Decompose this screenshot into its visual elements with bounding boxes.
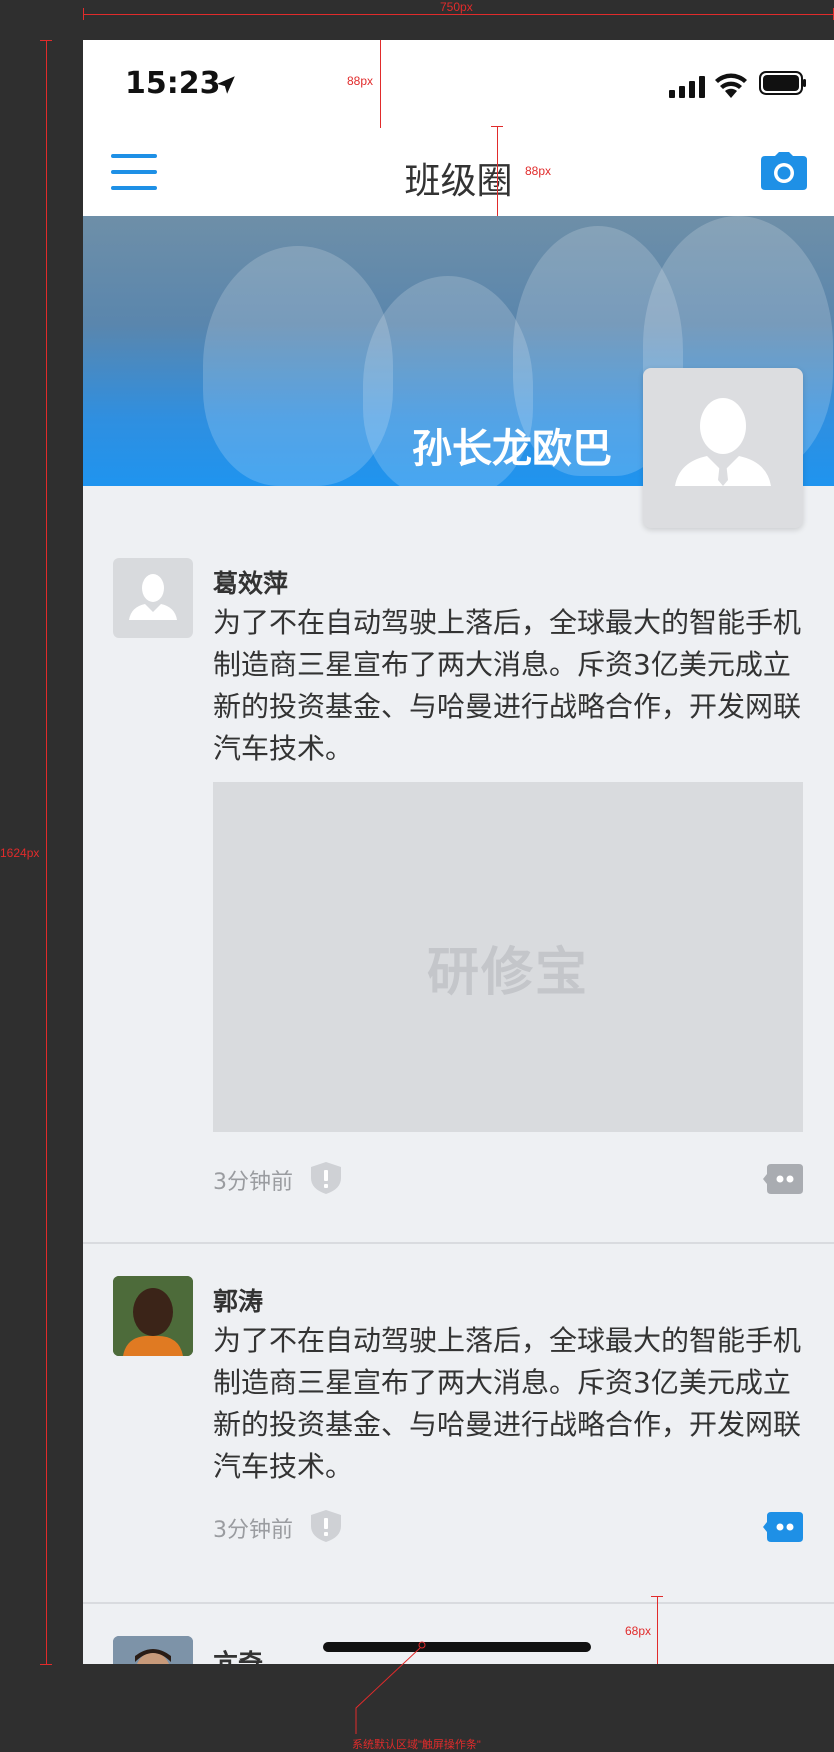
author-avatar[interactable] bbox=[113, 558, 193, 638]
wifi-icon bbox=[715, 73, 747, 98]
author-photo bbox=[113, 1276, 193, 1356]
image-watermark: 研修宝 bbox=[426, 943, 589, 1003]
comment-icon[interactable] bbox=[763, 1512, 803, 1542]
author-avatar[interactable] bbox=[113, 1276, 193, 1356]
statusbar-dimension-line bbox=[380, 40, 381, 128]
homebar-dimension-line bbox=[657, 1596, 658, 1664]
navbar-dimension-tick bbox=[491, 126, 503, 127]
statusbar-dimension-label: 88px bbox=[347, 74, 374, 88]
navbar-dimension-line bbox=[497, 126, 498, 216]
post-text: 为了不在自动驾驶上落后，全球最大的智能手机制造商三星宣布了两大消息。斥资3亿美元… bbox=[213, 1324, 802, 1483]
profile-name: 孙长龙欧巴 bbox=[412, 426, 612, 472]
comment-icon[interactable] bbox=[763, 1164, 803, 1194]
homebar-dimension-tick bbox=[651, 1596, 663, 1597]
shield-icon[interactable] bbox=[311, 1510, 341, 1542]
post-divider bbox=[83, 1242, 834, 1244]
author-photo bbox=[113, 1636, 193, 1664]
height-dimension-line bbox=[46, 40, 47, 1664]
status-bar: 15:23 bbox=[83, 40, 834, 128]
author-name[interactable]: 亢奇 bbox=[213, 1644, 263, 1664]
post-divider bbox=[83, 1602, 834, 1604]
navigation-bar: 班级圈 bbox=[83, 128, 834, 216]
post-time: 3分钟前 bbox=[213, 1170, 293, 1195]
width-tick-left bbox=[83, 8, 84, 20]
signal-icon bbox=[669, 76, 705, 98]
height-tick-bottom bbox=[40, 1664, 52, 1665]
navbar-dimension-label: 88px bbox=[525, 164, 552, 178]
status-time: 15:23 bbox=[125, 66, 221, 101]
post-text: 为了不在自动驾驶上落后，全球最大的智能手机制造商三星宣布了两大消息。斥资3亿美元… bbox=[213, 606, 802, 765]
battery-icon bbox=[759, 71, 806, 95]
homebar-dimension-label: 68px bbox=[625, 1624, 652, 1638]
homebar-callout-line bbox=[355, 1641, 426, 1734]
default-avatar-icon bbox=[675, 398, 771, 486]
page-title: 班级圈 bbox=[404, 161, 513, 202]
author-name[interactable]: 郭涛 bbox=[213, 1282, 263, 1318]
width-dimension-label: 750px bbox=[440, 0, 473, 14]
shield-icon[interactable] bbox=[311, 1162, 341, 1194]
author-name[interactable]: 葛效萍 bbox=[213, 564, 288, 600]
post-image[interactable]: 研修宝 bbox=[213, 782, 803, 1132]
width-dimension-line bbox=[83, 14, 834, 15]
height-tick-top bbox=[40, 40, 52, 41]
location-arrow-icon bbox=[217, 76, 235, 94]
post-time: 3分钟前 bbox=[213, 1518, 293, 1543]
default-avatar-icon bbox=[129, 574, 177, 620]
author-avatar[interactable] bbox=[113, 1636, 193, 1664]
camera-icon[interactable] bbox=[761, 152, 807, 190]
profile-avatar[interactable] bbox=[643, 368, 803, 528]
phone-screen: 15:23 88px 班级圈 88px 孙长龙欧巴 葛效萍 为了不在自动驾驶上落… bbox=[83, 40, 834, 1664]
height-dimension-label: 1624px bbox=[0, 846, 40, 860]
